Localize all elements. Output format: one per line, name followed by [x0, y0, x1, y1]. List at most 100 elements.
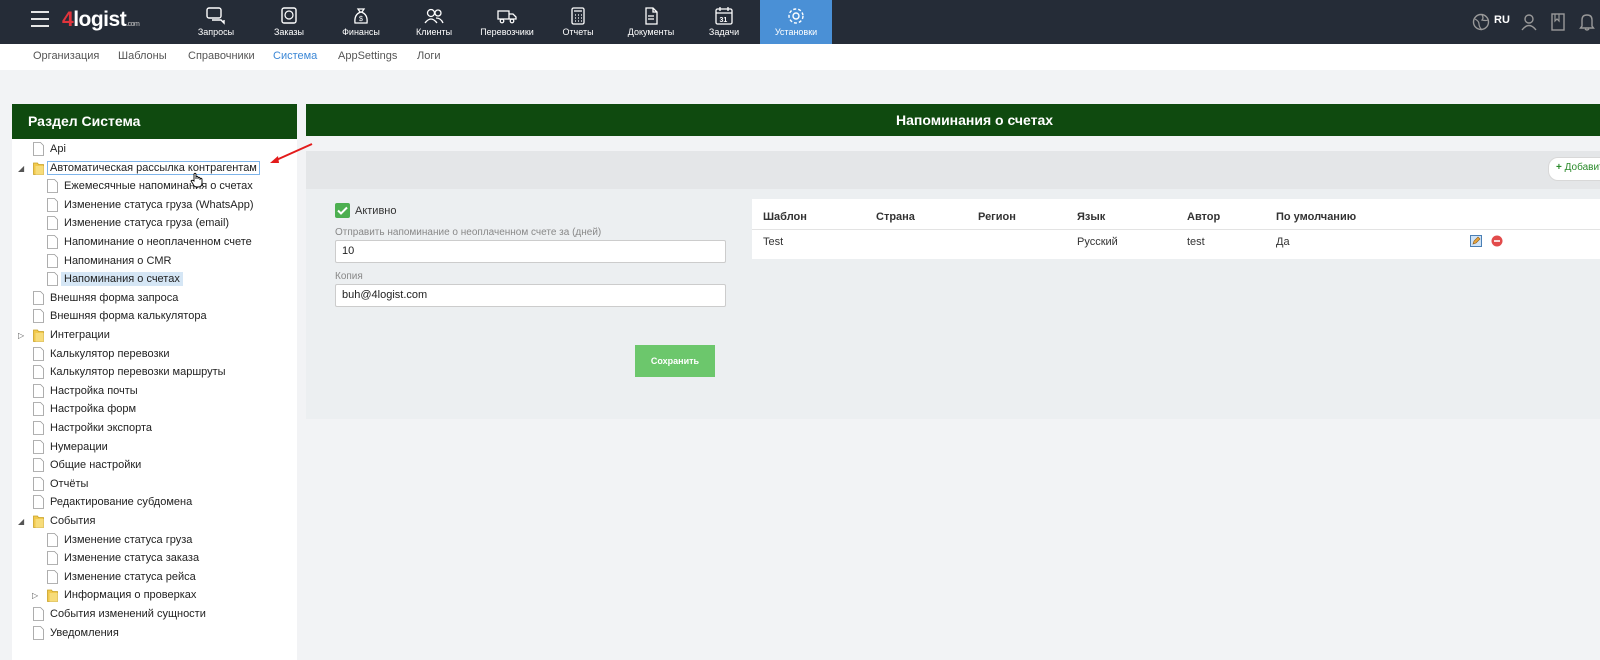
table-cell-default: Да — [1276, 236, 1290, 248]
days-label: Отправить напоминание о неоплаченном сче… — [335, 227, 602, 238]
tree-item[interactable]: Изменение статуса заказа — [12, 550, 297, 567]
nav-documents[interactable]: Документы — [622, 0, 680, 44]
tree-item[interactable]: Напоминания о CMR — [12, 253, 297, 270]
file-icon — [47, 253, 58, 268]
table-cell-language: Русский — [1077, 236, 1118, 248]
tree-item-label: Автоматическая рассылка контрагентам — [47, 160, 260, 175]
tree-item-label: События — [50, 515, 96, 527]
nav-carriers[interactable]: Перевозчики — [475, 0, 539, 44]
tree-item[interactable]: Внешняя форма калькулятора — [12, 308, 297, 325]
tree-item[interactable]: Калькулятор перевозки — [12, 346, 297, 363]
collapse-icon[interactable]: ◢ — [18, 164, 24, 173]
tree-item[interactable]: Калькулятор перевозки маршруты — [12, 364, 297, 381]
tree-item[interactable]: Изменение статуса груза (WhatsApp) — [12, 197, 297, 214]
file-icon — [33, 402, 44, 417]
tree-item-label: Интеграции — [50, 329, 110, 341]
tree-item[interactable]: Отчёты — [12, 476, 297, 493]
file-icon — [47, 551, 58, 566]
tree-item[interactable]: Изменение статуса рейса — [12, 569, 297, 586]
tree-item[interactable]: Api — [12, 141, 297, 158]
user-icon[interactable] — [1521, 12, 1537, 32]
users-icon — [424, 8, 444, 24]
tree-item[interactable]: Нумерации — [12, 439, 297, 456]
nav-clients[interactable]: Клиенты — [406, 0, 462, 44]
nav-orders[interactable]: Заказы — [263, 0, 315, 44]
tree-item[interactable]: Изменение статуса груза — [12, 532, 297, 549]
subnav-logs[interactable]: Логи — [417, 50, 441, 62]
nav-tasks[interactable]: 31 Задачи — [698, 0, 750, 44]
tree-item[interactable]: ◢ Автоматическая рассылка контрагентам — [12, 160, 297, 177]
edit-icon[interactable] — [1470, 235, 1482, 247]
column-header: Страна — [876, 211, 915, 223]
tree-item-label: Калькулятор перевозки — [50, 347, 170, 360]
tree-item-label: Напоминания о счетах — [61, 272, 183, 287]
chat-icon — [206, 7, 225, 25]
book-icon[interactable] — [1550, 12, 1566, 32]
panel-title: Раздел Система — [12, 104, 297, 139]
globe-icon[interactable] — [1472, 12, 1490, 32]
menu-icon[interactable] — [31, 11, 49, 27]
tree-item[interactable]: ◢ События — [12, 513, 297, 530]
tree-item[interactable]: Напоминания о счетах — [12, 271, 297, 288]
file-icon — [33, 383, 44, 398]
tree-item[interactable]: Изменение статуса груза (email) — [12, 215, 297, 232]
tree-item[interactable]: Настройка форм — [12, 401, 297, 418]
nav-settings[interactable]: Установки — [760, 0, 832, 44]
bell-icon[interactable] — [1579, 12, 1595, 32]
tree-item[interactable]: Уведомления — [12, 625, 297, 642]
copy-email-input[interactable]: buh@4logist.com — [335, 284, 726, 307]
file-icon — [33, 476, 44, 491]
file-icon — [33, 421, 44, 435]
tree-item-label: Настройка форм — [50, 403, 137, 416]
calendar-icon: 31 — [715, 7, 733, 25]
tree-item[interactable]: Настройки экспорта — [12, 420, 297, 437]
tree-item[interactable]: Редактирование субдомена — [12, 494, 297, 511]
file-icon — [33, 365, 44, 380]
collapse-icon[interactable]: ◢ — [18, 517, 24, 526]
tree-item[interactable]: Напоминание о неоплаченном счете — [12, 234, 297, 251]
tree-item[interactable]: Ежемесячные напоминания о счетах — [12, 178, 297, 195]
file-icon — [33, 309, 44, 324]
subnav-organization[interactable]: Организация — [33, 50, 99, 62]
tree-item-label: Уведомления — [50, 626, 119, 639]
tree-item-label: Изменение статуса рейса — [64, 570, 196, 583]
file-icon — [47, 532, 58, 547]
file-icon — [33, 607, 44, 621]
tree-item[interactable]: ▷ Информация о проверках — [12, 587, 297, 604]
tree-item-label: Изменение статуса груза (WhatsApp) — [64, 198, 254, 211]
subnav-templates[interactable]: Шаблоны — [118, 50, 167, 62]
nav-finance[interactable]: $ Финансы — [335, 0, 387, 44]
nav-reports[interactable]: Отчеты — [552, 0, 604, 44]
tree-item-label: Изменение статуса заказа — [64, 552, 200, 565]
folder-icon — [33, 162, 44, 175]
folder-icon — [33, 329, 44, 342]
toolbar — [306, 151, 1600, 189]
add-button[interactable]: + Добавить — [1548, 157, 1600, 181]
tree-item[interactable]: ▷ Интеграции — [12, 327, 297, 344]
subnav-appsettings[interactable]: AppSettings — [338, 50, 397, 62]
document-icon — [645, 7, 658, 25]
tree-item[interactable]: Общие настройки — [12, 457, 297, 474]
delete-icon[interactable] — [1491, 235, 1503, 247]
nav-requests[interactable]: Запросы — [190, 0, 242, 44]
tree-item-label: Внешняя форма калькулятора — [50, 310, 207, 323]
subnav-system[interactable]: Система — [273, 50, 317, 62]
column-header: Регион — [978, 211, 1016, 223]
active-checkbox[interactable] — [335, 203, 350, 218]
tree-item-label: Ежемесячные напоминания о счетах — [64, 180, 253, 193]
expand-icon[interactable]: ▷ — [18, 331, 24, 340]
language-selector[interactable]: RU — [1494, 14, 1510, 26]
expand-icon[interactable]: ▷ — [32, 591, 38, 600]
money-bag-icon: $ — [354, 8, 368, 24]
tree-item[interactable]: Внешняя форма запроса — [12, 290, 297, 307]
tree-item-label: Калькулятор перевозки маршруты — [50, 366, 226, 379]
tree-item[interactable]: Настройка почты — [12, 383, 297, 400]
days-input[interactable]: 10 — [335, 240, 726, 263]
save-button[interactable]: Сохранить — [635, 345, 715, 377]
annotation-arrow — [270, 143, 313, 163]
logo[interactable]: 4logist.com — [62, 8, 140, 32]
main-header: Напоминания о счетах — [306, 104, 1600, 136]
tree-item[interactable]: События изменений сущности — [12, 606, 297, 623]
subnav-references[interactable]: Справочники — [188, 50, 255, 62]
system-section-panel: Раздел Система Api ◢ Автоматическая рассыл… — [12, 104, 297, 660]
